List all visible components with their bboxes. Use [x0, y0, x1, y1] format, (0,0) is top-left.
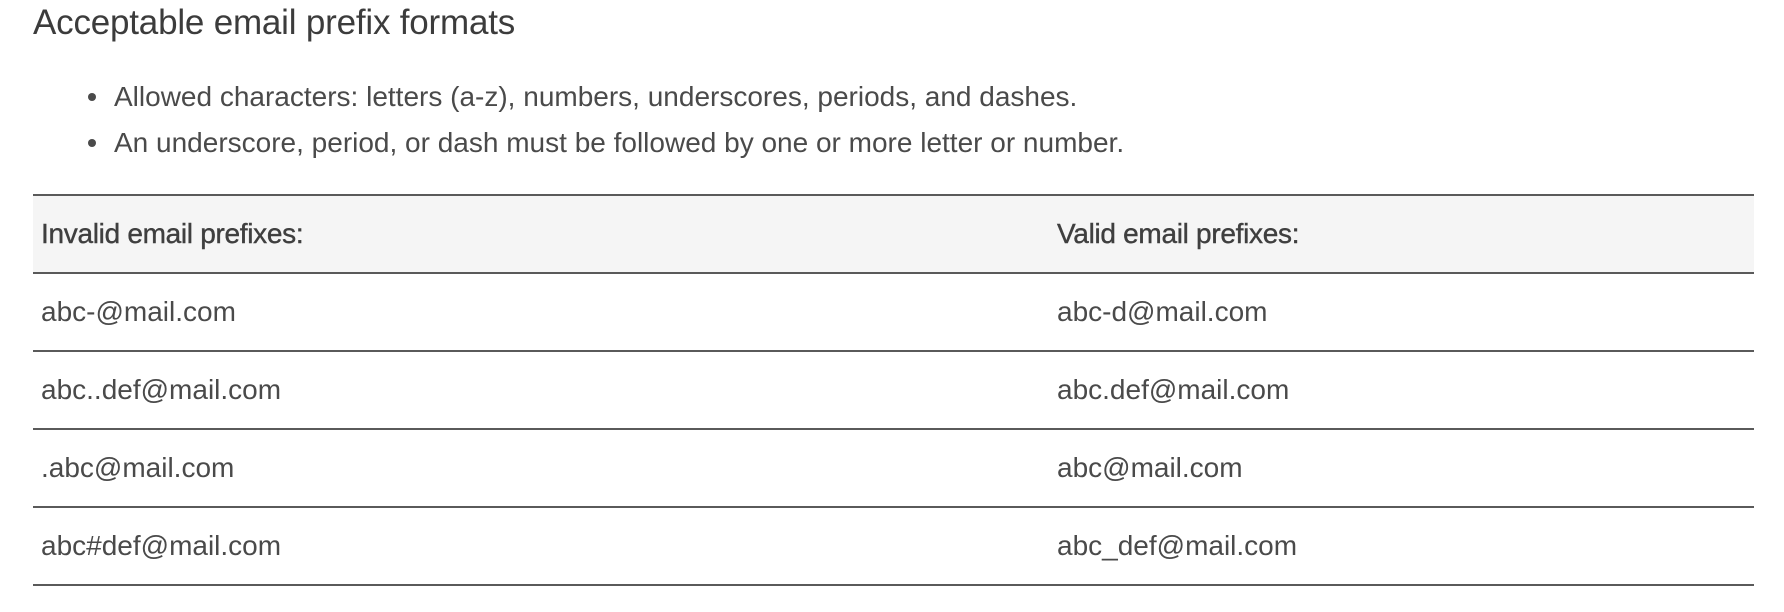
rule-item: Allowed characters: letters (a-z), numbe… [88, 74, 1124, 120]
rule-text: An underscore, period, or dash must be f… [114, 127, 1125, 158]
invalid-prefix-cell: abc-@mail.com [41, 296, 236, 327]
table-row: abc#def@mail.com abc_def@mail.com [33, 507, 1754, 585]
table-row: abc..def@mail.com abc.def@mail.com [33, 351, 1754, 429]
email-prefix-table: Invalid email prefixes: Valid email pref… [33, 194, 1754, 586]
bullet-icon [88, 139, 96, 147]
valid-prefix-cell: abc.def@mail.com [1057, 374, 1290, 405]
invalid-prefix-cell: abc#def@mail.com [41, 530, 282, 561]
invalid-prefix-cell: .abc@mail.com [41, 452, 235, 483]
header-valid: Valid email prefixes: [1057, 218, 1300, 249]
rule-item: An underscore, period, or dash must be f… [88, 120, 1124, 166]
valid-prefix-cell: abc@mail.com [1057, 452, 1243, 483]
page: Acceptable email prefix formats Allowed … [0, 0, 1784, 612]
table-row: abc-@mail.com abc-d@mail.com [33, 273, 1754, 351]
valid-prefix-cell: abc_def@mail.com [1057, 530, 1298, 561]
table-row: .abc@mail.com abc@mail.com [33, 429, 1754, 507]
table-header-row: Invalid email prefixes: Valid email pref… [33, 195, 1754, 273]
section-heading: Acceptable email prefix formats [33, 3, 516, 42]
invalid-prefix-cell: abc..def@mail.com [41, 374, 282, 405]
bullet-icon [88, 93, 96, 101]
header-invalid: Invalid email prefixes: [41, 218, 304, 249]
valid-prefix-cell: abc-d@mail.com [1057, 296, 1268, 327]
rule-text: Allowed characters: letters (a-z), numbe… [114, 81, 1078, 112]
rules-list: Allowed characters: letters (a-z), numbe… [88, 74, 1124, 166]
